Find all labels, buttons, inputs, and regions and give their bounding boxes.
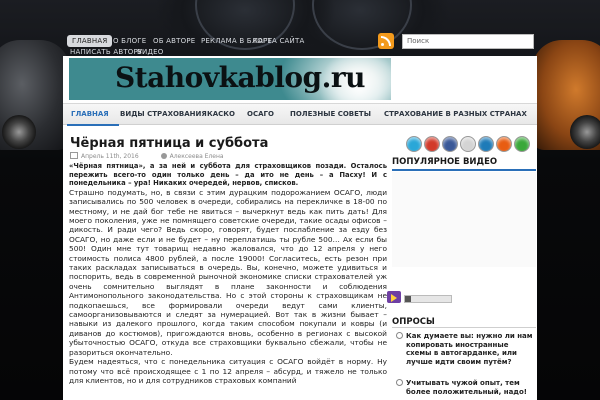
main-nav-useful-tips[interactable]: Полезные советы — [290, 110, 371, 118]
page-container: Stahovkablog.ru Главная Виды страхования… — [63, 56, 537, 400]
rss-icon[interactable] — [378, 33, 394, 49]
poll-radio[interactable] — [396, 379, 403, 386]
wheel-icon — [2, 115, 36, 149]
main-nav-home[interactable]: Главная — [71, 110, 109, 118]
social-buttons — [396, 136, 536, 152]
post-date: Апрель 11th, 2016 — [81, 153, 139, 160]
player-progress[interactable] — [404, 295, 452, 303]
google-icon[interactable] — [424, 136, 440, 152]
polls-title: Опросы — [392, 317, 435, 327]
delicious-icon[interactable] — [478, 136, 494, 152]
search-input[interactable]: Поиск — [402, 34, 534, 49]
active-nav-indicator — [67, 124, 119, 126]
top-nav-video[interactable]: Видео — [137, 48, 163, 56]
popular-video-title: Популярное видео — [392, 157, 498, 167]
car-right-image — [532, 40, 600, 150]
poll-option[interactable]: Учитывать чужой опыт, тем более положите… — [396, 379, 536, 396]
calendar-icon — [70, 152, 78, 159]
video-player-controls[interactable] — [383, 288, 452, 312]
digg-icon[interactable] — [460, 136, 476, 152]
wheel-icon — [570, 115, 600, 149]
header-banner: Stahovkablog.ru — [69, 58, 391, 100]
facebook-icon[interactable] — [442, 136, 458, 152]
main-nav-foreign-insurance[interactable]: Страхование в разных странах — [384, 110, 527, 118]
post-title[interactable]: Чёрная пятница и суббота — [70, 136, 268, 151]
top-nav-write-author[interactable]: Написать автору — [70, 48, 142, 56]
post-lead: «Чёрная пятница», а за ней и суббота для… — [69, 162, 387, 188]
post-meta: Апрель 11th, 2016 Алексеева Елена — [70, 152, 224, 160]
poll-question: Как думаете вы: нужно ли нам копировать … — [396, 332, 536, 366]
main-nav-kasko[interactable]: Каско — [207, 110, 235, 118]
stumbleupon-icon[interactable] — [496, 136, 512, 152]
post-body: «Чёрная пятница», а за ней и суббота для… — [69, 162, 387, 385]
main-nav-insurance-types[interactable]: Виды страхования — [120, 110, 207, 118]
add-icon[interactable] — [514, 136, 530, 152]
user-icon — [160, 153, 167, 159]
top-nav-about-author[interactable]: Об авторе — [153, 37, 195, 45]
top-nav-about-blog[interactable]: О блоге — [113, 37, 146, 45]
poll-bullet-icon — [396, 332, 403, 339]
video-widget[interactable] — [392, 172, 536, 267]
top-nav-home[interactable]: Главная — [67, 35, 113, 47]
main-nav-osago[interactable]: ОСАГО — [247, 110, 274, 118]
main-nav: Главная Виды страхования Каско ОСАГО Пол… — [63, 103, 537, 126]
player-progress-handle[interactable] — [405, 296, 411, 302]
twitter-icon[interactable] — [406, 136, 422, 152]
popular-video-rule — [392, 169, 536, 171]
car-left-image — [0, 40, 70, 150]
polls-rule — [392, 327, 536, 328]
site-logo[interactable]: Stahovkablog.ru — [115, 61, 365, 94]
post-paragraph: Страшно подумать, но, в связи с этим дур… — [69, 187, 387, 357]
play-icon[interactable] — [391, 294, 397, 302]
post-author[interactable]: Алексеева Елена — [170, 153, 224, 160]
post-paragraph-2: Будем надеяться, что с понедельника ситу… — [69, 357, 387, 385]
top-nav-sitemap[interactable]: Карта сайта — [253, 37, 304, 45]
